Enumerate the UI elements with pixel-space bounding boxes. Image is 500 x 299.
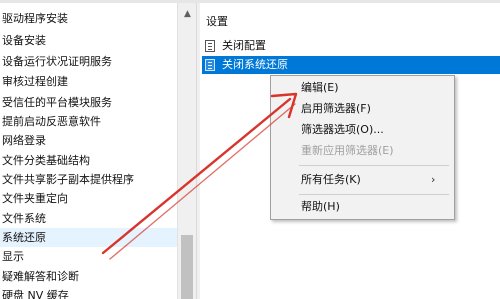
menu-item-edit[interactable]: 编辑(E) — [301, 79, 339, 97]
menu-separator — [299, 165, 449, 166]
tree-item-nv-cache[interactable]: 硬盘 NV 缓存 — [0, 286, 178, 299]
menu-separator — [299, 194, 449, 195]
tree-item-display[interactable]: 显示 — [0, 247, 178, 266]
scroll-up-icon[interactable]: ▲ — [178, 7, 197, 21]
tree-item-system-restore[interactable]: 系统还原 — [0, 228, 178, 247]
menu-item-filter-options[interactable]: 筛选器选项(O)... — [301, 121, 384, 139]
policy-setting-icon — [205, 59, 215, 71]
tree-scrollbar[interactable]: ▲ — [177, 3, 197, 299]
column-header-settings[interactable]: 设置 — [206, 13, 228, 29]
policy-tree: 驱动程序安装 设备安装 设备运行状况证明服务 审核过程创建 受信任的平台模块服务… — [0, 3, 196, 299]
context-menu: 编辑(E) 启用筛选器(F) 筛选器选项(O)... 重新应用筛选器(E) 所有… — [270, 75, 455, 220]
menu-item-reapply-filter: 重新应用筛选器(E) — [301, 144, 394, 157]
tree-item-tpm[interactable]: 受信任的平台模块服务 — [0, 93, 178, 112]
tree-item-file-system[interactable]: 文件系统 — [0, 209, 178, 228]
tree-item-folder-redirect[interactable]: 文件夹重定向 — [0, 189, 178, 208]
tree-item-device-install[interactable]: 设备安装 — [0, 31, 178, 50]
list-row-turn-off-system-restore[interactable]: 关闭系统还原 — [202, 56, 500, 74]
scroll-thumb[interactable] — [181, 235, 193, 299]
tree-item-net-logon[interactable]: 网络登录 — [0, 131, 178, 150]
tree-item-early-antimalware[interactable]: 提前启动反恶意软件 — [0, 112, 178, 131]
menu-item-enable-filter[interactable]: 启用筛选器(F) — [301, 100, 371, 118]
menu-item-all-tasks[interactable]: 所有任务(K) — [301, 171, 361, 189]
tree-item-audit-process[interactable]: 审核过程创建 — [0, 72, 178, 91]
tree-item-troubleshooting[interactable]: 疑难解答和诊断 — [0, 267, 178, 286]
tree-item-shadow-copy[interactable]: 文件共享影子副本提供程序 — [0, 170, 178, 189]
tree-item-fci[interactable]: 文件分类基础结构 — [0, 151, 178, 170]
list-row-label: 关闭配置 — [222, 39, 266, 52]
list-row-label: 关闭系统还原 — [222, 58, 288, 71]
tree-item-driver-install[interactable]: 驱动程序安装 — [0, 9, 178, 28]
tree-item-device-health[interactable]: 设备运行状况证明服务 — [0, 52, 178, 71]
list-row-turn-off-config[interactable]: 关闭配置 — [202, 37, 500, 55]
menu-item-help[interactable]: 帮助(H) — [301, 198, 340, 216]
policy-setting-icon — [205, 40, 215, 52]
chevron-right-icon: › — [431, 173, 436, 186]
